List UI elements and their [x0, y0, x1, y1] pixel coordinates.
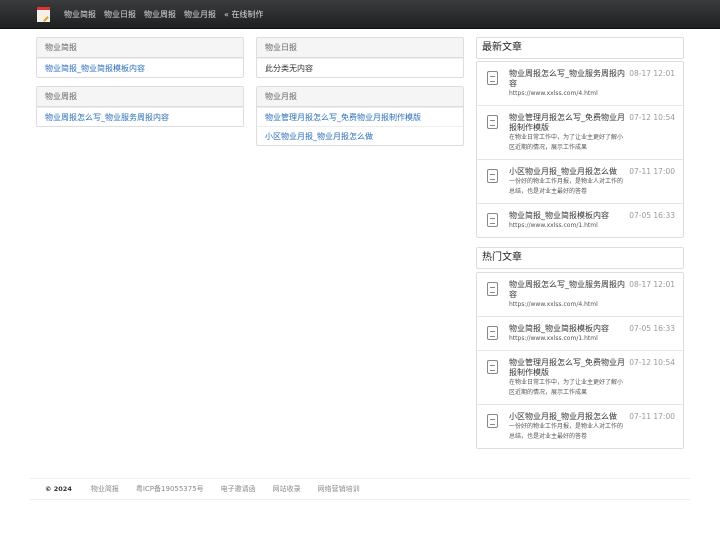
- article-item[interactable]: 小区物业月报_物业月报怎么做 一份好的物业工作月报，是物业人对工作的总结，也是对…: [477, 159, 683, 203]
- article-date: 08-17 12:01: [629, 280, 675, 289]
- category-panel: 物业月报 物业管理月报怎么写_免费物业月报制作模版 小区物业月报_物业月报怎么做: [256, 86, 464, 146]
- article-link[interactable]: 物业周报怎么写_物业服务周报内容: [45, 113, 169, 122]
- footer-link[interactable]: 物业简报: [91, 484, 119, 494]
- article-date: 07-11 17:00: [629, 412, 675, 421]
- article-title[interactable]: 小区物业月报_物业月报怎么做: [509, 412, 627, 422]
- document-icon: [487, 71, 498, 85]
- article-title[interactable]: 物业周报怎么写_物业服务周报内容: [509, 69, 627, 89]
- top-navbar: 物业简报 物业日报 物业周报 物业月报 « 在线制作: [0, 0, 720, 29]
- nav-item[interactable]: 物业月报: [184, 9, 216, 20]
- document-icon: [487, 115, 498, 129]
- document-icon: [487, 326, 498, 340]
- article-summary: 一份好的物业工作月报，是物业人对工作的总结，也是对业主最好的答卷: [509, 178, 624, 195]
- copyright: © 2024: [45, 485, 72, 493]
- nav-item[interactable]: 物业简报: [64, 9, 96, 20]
- panel-title: 物业日报: [257, 38, 463, 58]
- category-panel: 物业周报 物业周报怎么写_物业服务周报内容: [36, 86, 244, 127]
- article-item[interactable]: 物业简报_物业简报模板内容 https://www.xxlss.com/1.ht…: [477, 316, 683, 350]
- article-date: 07-12 10:54: [629, 358, 675, 367]
- document-icon: [487, 414, 498, 428]
- article-title[interactable]: 物业周报怎么写_物业服务周报内容: [509, 280, 627, 300]
- footer-link[interactable]: 电子邀请函: [221, 484, 256, 494]
- document-icon: [487, 169, 498, 183]
- nav-item[interactable]: 物业周报: [144, 9, 176, 20]
- article-summary: 在物业日常工作中，为了让业主更好了解小区近期的情况，展示工作成果: [509, 134, 624, 151]
- article-summary: 一份好的物业工作月报，是物业人对工作的总结，也是对业主最好的答卷: [509, 423, 624, 440]
- panel-title: 物业简报: [37, 38, 243, 58]
- article-title[interactable]: 物业管理月报怎么写_免费物业月报制作模版: [509, 358, 627, 378]
- article-title[interactable]: 物业简报_物业简报模板内容: [509, 211, 627, 221]
- category-panel: 物业日报 此分类无内容: [256, 37, 464, 78]
- article-link[interactable]: 物业管理月报怎么写_免费物业月报制作模版: [265, 113, 421, 122]
- document-icon: [487, 213, 498, 227]
- article-item[interactable]: 小区物业月报_物业月报怎么做 一份好的物业工作月报，是物业人对工作的总结，也是对…: [477, 404, 683, 448]
- footer-link[interactable]: 网站收录: [273, 484, 301, 494]
- article-title[interactable]: 物业管理月报怎么写_免费物业月报制作模版: [509, 113, 627, 133]
- latest-list: 物业周报怎么写_物业服务周报内容 https://www.xxlss.com/4…: [476, 61, 684, 238]
- article-title[interactable]: 物业简报_物业简报模板内容: [509, 324, 627, 334]
- empty-text: 此分类无内容: [265, 64, 313, 73]
- article-date: 07-12 10:54: [629, 113, 675, 122]
- article-date: 07-05 16:33: [629, 211, 675, 220]
- article-link[interactable]: 物业简报_物业简报模板内容: [45, 64, 145, 73]
- document-icon: [487, 282, 498, 296]
- hot-header: 热门文章: [476, 247, 684, 269]
- latest-header: 最新文章: [476, 37, 684, 59]
- article-date: 08-17 12:01: [629, 69, 675, 78]
- article-item[interactable]: 物业管理月报怎么写_免费物业月报制作模版 在物业日常工作中，为了让业主更好了解小…: [477, 105, 683, 159]
- article-summary: https://www.xxlss.com/4.html: [509, 90, 598, 97]
- latest-title: 最新文章: [482, 42, 522, 53]
- hot-title: 热门文章: [482, 252, 522, 263]
- article-item[interactable]: 物业管理月报怎么写_免费物业月报制作模版 在物业日常工作中，为了让业主更好了解小…: [477, 350, 683, 404]
- article-item[interactable]: 物业简报_物业简报模板内容 https://www.xxlss.com/1.ht…: [477, 203, 683, 237]
- panel-title: 物业周报: [37, 87, 243, 107]
- footer-link[interactable]: 网络营销培训: [318, 484, 360, 494]
- article-link[interactable]: 小区物业月报_物业月报怎么做: [265, 132, 373, 141]
- logo-icon[interactable]: [37, 6, 50, 22]
- article-summary: https://www.xxlss.com/1.html: [509, 222, 598, 229]
- category-panel: 物业简报 物业简报_物业简报模板内容: [36, 37, 244, 78]
- article-summary: 在物业日常工作中，为了让业主更好了解小区近期的情况，展示工作成果: [509, 379, 624, 396]
- article-summary: https://www.xxlss.com/1.html: [509, 335, 598, 342]
- article-date: 07-05 16:33: [629, 324, 675, 333]
- hot-list: 物业周报怎么写_物业服务周报内容 https://www.xxlss.com/4…: [476, 272, 684, 449]
- article-summary: https://www.xxlss.com/4.html: [509, 301, 598, 308]
- footer-icp-link[interactable]: 粤ICP备19055375号: [136, 484, 204, 494]
- document-icon: [487, 360, 498, 374]
- article-item[interactable]: 物业周报怎么写_物业服务周报内容 https://www.xxlss.com/4…: [477, 62, 683, 105]
- panel-title: 物业月报: [257, 87, 463, 107]
- article-item[interactable]: 物业周报怎么写_物业服务周报内容 https://www.xxlss.com/4…: [477, 273, 683, 316]
- footer: © 2024 物业简报 粤ICP备19055375号 电子邀请函 网站收录 网络…: [30, 478, 690, 500]
- nav-item[interactable]: 物业日报: [104, 9, 136, 20]
- nav-item-online-create[interactable]: « 在线制作: [224, 9, 263, 20]
- article-title[interactable]: 小区物业月报_物业月报怎么做: [509, 167, 627, 177]
- article-date: 07-11 17:00: [629, 167, 675, 176]
